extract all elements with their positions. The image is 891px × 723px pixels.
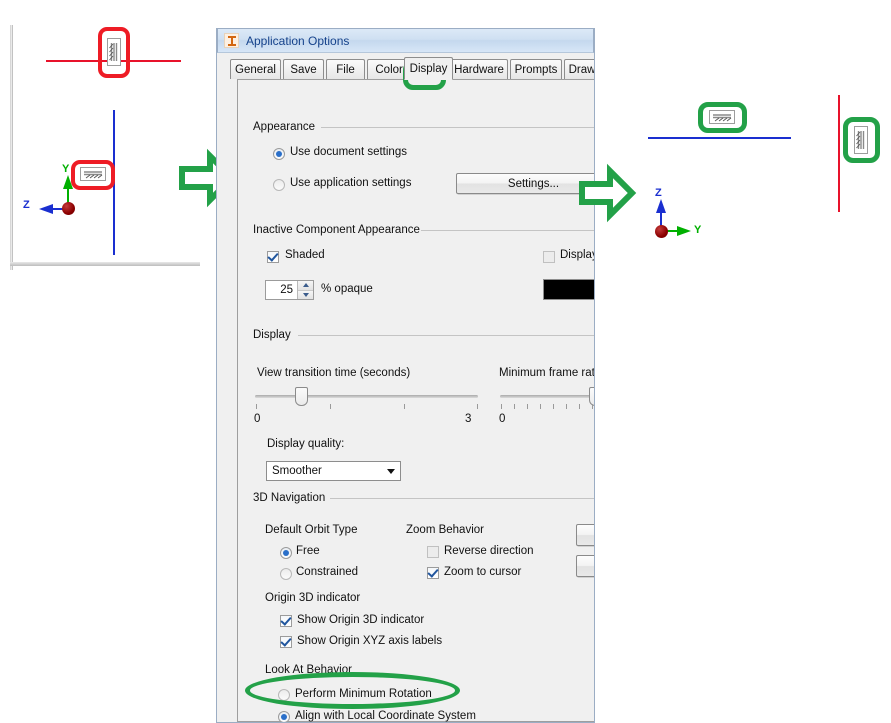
display-quality-combobox[interactable]: Smoother: [266, 461, 401, 481]
label-align-local-coordinate-system: Align with Local Coordinate System: [295, 710, 476, 722]
frame-rate-slider-track[interactable]: [500, 395, 594, 398]
display-quality-value: Smoother: [272, 465, 322, 477]
label-shaded: Shaded: [285, 249, 325, 261]
checkbox-show-origin-indicator[interactable]: [280, 615, 292, 627]
inactive-color-swatch[interactable]: [543, 279, 594, 300]
frame-rate-min-label: 0: [499, 413, 506, 425]
group-rule-display: [298, 335, 594, 336]
right-blue-section-line: [648, 137, 791, 139]
right-red-section-line: [838, 95, 840, 212]
group-rule-appearance: [321, 127, 594, 128]
label-display-edges: Display edg: [560, 249, 595, 261]
group-label-3d-navigation: 3D Navigation: [253, 492, 331, 504]
tab-general[interactable]: General: [230, 59, 281, 79]
left-viewport-left-frame: [10, 25, 13, 270]
left-bottom-red-highlight: [71, 160, 115, 190]
view-transition-max-label: 3: [465, 413, 472, 425]
right-top-green-highlight: [698, 102, 747, 133]
checkbox-zoom-to-cursor[interactable]: [427, 567, 439, 579]
checkbox-show-origin-labels[interactable]: [280, 636, 292, 648]
tab-file[interactable]: File: [326, 59, 365, 79]
radio-orbit-constrained[interactable]: [280, 568, 292, 580]
opaque-spinner-buttons[interactable]: [297, 281, 313, 299]
radio-align-local-coordinate-system[interactable]: [278, 711, 290, 722]
view-transition-slider-track[interactable]: [255, 395, 478, 398]
label-default-orbit-type: Default Orbit Type: [265, 524, 358, 536]
settings-button[interactable]: Settings...: [456, 173, 594, 194]
tab-hardware[interactable]: Hardware: [450, 59, 508, 79]
opaque-spinner-down[interactable]: [298, 290, 313, 299]
label-zoom-to-cursor: Zoom to cursor: [444, 566, 522, 578]
inventor-logo-icon: [224, 33, 239, 48]
radio-use-document-settings[interactable]: [273, 148, 285, 160]
right-origin-point: [655, 225, 668, 238]
right-side-green-highlight: [843, 117, 880, 163]
tab-display[interactable]: Display: [404, 57, 453, 80]
group-label-inactive-component: Inactive Component Appearance: [253, 224, 425, 236]
align-option-green-highlight: [245, 672, 460, 709]
radio-use-application-settings[interactable]: [273, 179, 285, 191]
opaque-spinner[interactable]: 25: [265, 280, 314, 300]
left-axis-z-label: Z: [23, 199, 30, 211]
group-label-display: Display: [253, 329, 296, 341]
left-top-red-highlight: [98, 27, 130, 78]
view-transition-slider-thumb[interactable]: [295, 387, 308, 406]
label-show-origin-labels: Show Origin XYZ axis labels: [297, 635, 443, 647]
left-viewport-bottom-frame: [10, 262, 200, 266]
group-rule-3d-navigation: [330, 498, 594, 499]
display-tab-panel: Appearance Use document settings Use app…: [237, 79, 595, 722]
left-origin-point: [62, 202, 75, 215]
navigation-extra-button-1[interactable]: [576, 524, 594, 546]
label-show-origin-indicator: Show Origin 3D indicator: [297, 614, 425, 626]
group-label-appearance: Appearance: [253, 121, 321, 133]
checkbox-shaded[interactable]: [267, 251, 279, 263]
radio-orbit-free[interactable]: [280, 547, 292, 559]
label-percent-opaque: % opaque: [321, 283, 373, 295]
label-minimum-frame-rate: Minimum frame rate (H: [499, 367, 595, 379]
tab-drawing[interactable]: Drawin: [564, 59, 594, 79]
tab-prompts[interactable]: Prompts: [510, 59, 562, 79]
label-orbit-constrained: Constrained: [296, 566, 359, 578]
chevron-down-icon[interactable]: [382, 462, 400, 480]
group-rule-inactive-component: [421, 230, 594, 231]
checkbox-reverse-direction[interactable]: [427, 546, 439, 558]
label-origin-3d-indicator: Origin 3D indicator: [265, 592, 361, 604]
label-zoom-behavior: Zoom Behavior: [406, 524, 484, 536]
label-view-transition-time: View transition time (seconds): [257, 367, 411, 379]
label-orbit-free: Free: [296, 545, 320, 557]
dialog-titlebar[interactable]: Application Options: [217, 28, 594, 53]
right-axis-z-label: Z: [655, 187, 662, 199]
view-transition-min-label: 0: [254, 413, 261, 425]
navigation-extra-button-2[interactable]: [576, 555, 594, 577]
label-use-application-settings: Use application settings: [290, 177, 412, 189]
tab-strip: General Save File Colors Display Hardwar…: [217, 56, 594, 80]
right-axis-y-label: Y: [694, 224, 702, 236]
checkbox-display-edges[interactable]: [543, 251, 555, 263]
right-flow-arrow-icon: [579, 163, 637, 223]
label-use-document-settings: Use document settings: [290, 146, 407, 158]
opaque-value: 25: [280, 284, 293, 296]
left-axis-y-label: Y: [62, 163, 70, 175]
opaque-spinner-up[interactable]: [298, 281, 313, 291]
dialog-title: Application Options: [246, 33, 350, 48]
tab-save[interactable]: Save: [283, 59, 324, 79]
label-display-quality: Display quality:: [267, 438, 345, 450]
label-reverse-direction: Reverse direction: [444, 545, 534, 557]
application-options-dialog: Application Options General Save File Co…: [216, 28, 595, 723]
